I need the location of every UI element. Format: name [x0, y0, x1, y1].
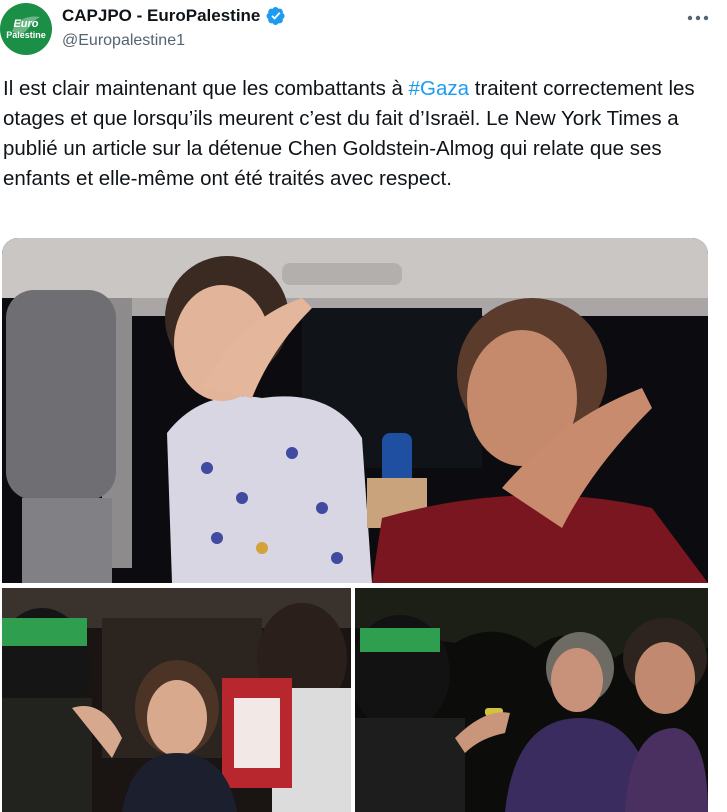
- dove-icon: [12, 16, 40, 34]
- author-handle[interactable]: @Europalestine1: [62, 32, 185, 50]
- tweet-text: Il est clair maintenant que les combatta…: [3, 74, 703, 194]
- media-grid: [2, 238, 708, 812]
- media-image-2[interactable]: [2, 588, 351, 812]
- hashtag-link[interactable]: #Gaza: [409, 77, 469, 100]
- photo-young-woman: [2, 588, 351, 812]
- author-display-name[interactable]: CAPJPO - EuroPalestine: [62, 6, 260, 26]
- tweet-text-part1: Il est clair maintenant que les combatta…: [3, 77, 409, 100]
- more-dots-icon: [687, 15, 709, 21]
- photo-girl-waving: [2, 238, 708, 583]
- avatar[interactable]: Euro Palestine: [0, 3, 52, 55]
- photo-elderly-women: [355, 588, 708, 812]
- more-options-button[interactable]: [681, 4, 715, 32]
- media-image-3[interactable]: [355, 588, 708, 812]
- author-name-row: CAPJPO - EuroPalestine: [62, 6, 286, 26]
- media-image-1[interactable]: [2, 238, 708, 583]
- verified-badge-icon[interactable]: [266, 6, 286, 26]
